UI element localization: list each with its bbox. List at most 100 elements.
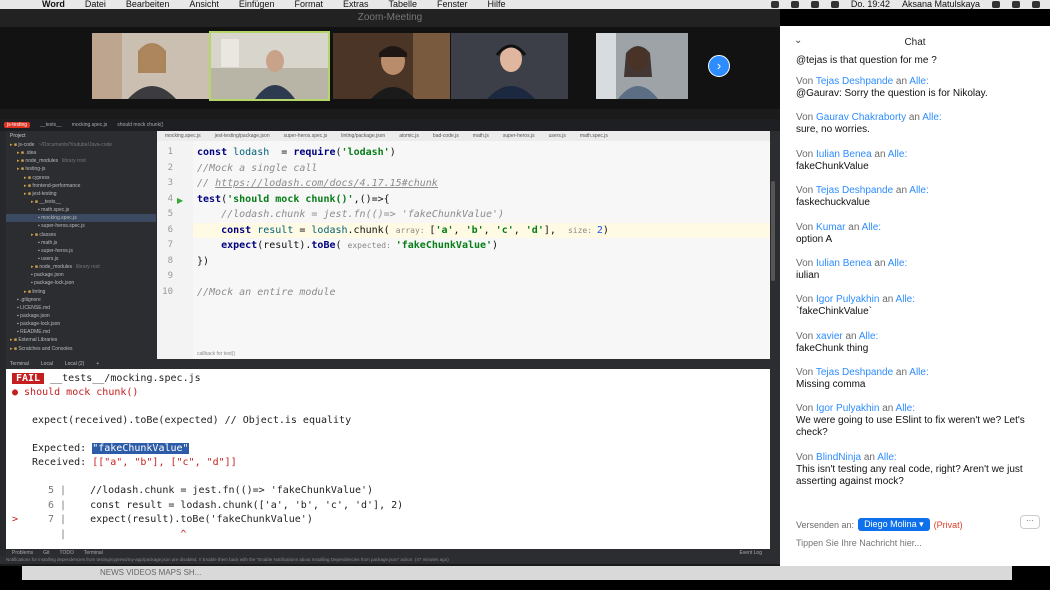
chat-message-text: @tejas is that question for me ? — [796, 55, 937, 66]
code-editor[interactable]: mocking.spec.js jest-testing/package.jso… — [157, 131, 770, 359]
editor-tab[interactable]: mocking.spec.js — [165, 133, 201, 139]
chat-input[interactable] — [796, 538, 1026, 548]
zoom-status-icon[interactable] — [770, 1, 779, 8]
code-token: 'lodash' — [341, 147, 390, 158]
tree-item[interactable]: ▪ super-heros.spec.js — [6, 222, 156, 230]
terminal-output[interactable]: FAIL __tests__/mocking.spec.js ● should … — [6, 369, 770, 549]
menu-item[interactable]: Einfügen — [239, 0, 275, 9]
video-tile-active-speaker[interactable] — [209, 31, 330, 101]
video-tile[interactable] — [92, 33, 209, 99]
tree-item[interactable]: ▸ ■ cypress — [6, 174, 156, 182]
sender-name[interactable]: BlindNinja — [816, 452, 861, 463]
sender-name[interactable]: xavier — [816, 331, 843, 342]
chat-message: Von BlindNinja an Alle: This isn't testin… — [796, 452, 1041, 488]
control-center-icon[interactable] — [1032, 1, 1040, 8]
code-token: ,()=>{ — [353, 193, 390, 205]
tree-item[interactable]: ▪ LICENSE.md — [6, 304, 156, 312]
menu-item[interactable]: Datei — [85, 0, 106, 9]
code-token: ) — [389, 147, 396, 158]
menu-app-name[interactable]: Word — [42, 0, 65, 9]
menubar-user[interactable]: Aksana Matulskaya — [902, 0, 980, 9]
menu-item[interactable]: Hilfe — [488, 0, 506, 9]
expected-value: "fakeChunkValue" — [92, 443, 189, 454]
sender-name[interactable]: Iulian Benea — [816, 149, 872, 160]
tree-item[interactable]: ▪ package.json — [6, 312, 156, 320]
chevron-right-icon[interactable]: › — [708, 55, 730, 77]
siri-icon[interactable] — [1012, 1, 1020, 8]
tree-item[interactable]: ▸ ■ Scratches and Consoles — [6, 345, 156, 353]
video-tile[interactable] — [596, 33, 688, 99]
tree-item[interactable]: ▪ users.js — [6, 255, 156, 263]
menu-item[interactable]: Bearbeiten — [126, 0, 170, 9]
terminal-tab-label[interactable]: Terminal — [10, 361, 29, 367]
editor-tab[interactable]: math.js — [473, 133, 489, 139]
wifi-icon[interactable] — [790, 1, 799, 8]
editor-tab[interactable]: atomic.js — [399, 133, 419, 139]
recipient-name: Alle: — [877, 452, 897, 463]
recipient-dropdown[interactable]: Diego Molina ▾ — [858, 518, 930, 531]
sender-name[interactable]: Gaurav Chakraborty — [816, 112, 906, 123]
video-tile[interactable] — [451, 33, 568, 99]
menu-item[interactable]: Extras — [343, 0, 369, 9]
menu-item[interactable]: Ansicht — [189, 0, 219, 9]
editor-scrollbar[interactable] — [770, 141, 776, 359]
tree-item[interactable]: ▸ ■ External Libraries — [6, 336, 156, 344]
tree-item[interactable]: ▸ ■ node_modules library root — [6, 263, 156, 271]
menu-item[interactable]: Fenster — [437, 0, 468, 9]
tree-item[interactable]: ▪ README.md — [6, 328, 156, 336]
tree-item[interactable]: ▪ .gitignore — [6, 296, 156, 304]
tree-item[interactable]: ▪ package.json — [6, 271, 156, 279]
tree-item[interactable]: ▪ mocking.spec.js — [6, 214, 156, 223]
editor-tab[interactable]: linting/package.json — [341, 133, 385, 139]
sender-name[interactable]: Kumar — [816, 222, 845, 233]
from-label: Von — [796, 112, 814, 123]
ide-navbar: js-testing __tests__ mocking.spec.js sho… — [0, 119, 780, 131]
add-terminal-button[interactable]: + — [96, 361, 99, 367]
run-config-select[interactable]: should mock chunk() — [117, 122, 163, 128]
breadcrumb[interactable]: mocking.spec.js — [72, 122, 108, 128]
to-label: an — [882, 403, 894, 414]
flag-icon[interactable] — [810, 1, 819, 8]
sender-name[interactable]: Iulian Benea — [816, 258, 872, 269]
run-test-icon[interactable]: ▶ — [177, 196, 183, 205]
tree-item[interactable]: ▸ ■ node_modules library root — [6, 157, 156, 165]
sender-name[interactable]: Igor Pulyakhin — [816, 294, 879, 305]
tree-item[interactable]: ▸ ■ .idea — [6, 149, 156, 157]
menu-item[interactable]: Tabelle — [388, 0, 417, 9]
menu-item[interactable]: Format — [294, 0, 323, 9]
project-panel: Project ▸ ■ js-code ~/Documents/Youtube/J… — [6, 131, 156, 359]
tree-item[interactable]: ▪ math.spec.js — [6, 206, 156, 214]
menubar-clock[interactable]: Do. 19:42 — [851, 0, 890, 9]
sender-name[interactable]: Tejas Deshpande — [816, 185, 893, 196]
breadcrumb[interactable]: __tests__ — [40, 122, 62, 128]
tree-item[interactable]: ▪ package-lock.json — [6, 320, 156, 328]
sender-name[interactable]: Igor Pulyakhin — [816, 403, 879, 414]
tree-item[interactable]: ▸ ■ classes — [6, 231, 156, 239]
editor-tab[interactable]: math.spec.js — [580, 133, 608, 139]
tree-item[interactable]: ▸ ■ jest-testing — [6, 190, 156, 198]
project-panel-header[interactable]: Project — [6, 131, 156, 141]
background-window-title[interactable]: NEWS VIDEOS MAPS SH... — [100, 567, 201, 579]
terminal-tab[interactable]: Local (2) — [65, 361, 84, 367]
editor-tab[interactable]: users.js — [549, 133, 566, 139]
search-icon[interactable] — [992, 1, 1000, 8]
sender-name[interactable]: Tejas Deshpande — [816, 367, 893, 378]
battery-icon[interactable] — [830, 1, 839, 8]
tree-item[interactable]: ▸ ■ testing-js — [6, 165, 156, 173]
tree-item[interactable]: ▪ package-lock.json — [6, 279, 156, 287]
video-tile[interactable] — [333, 33, 450, 99]
more-options-icon[interactable]: ··· — [1020, 515, 1040, 529]
code-line: //Mock an entire module — [197, 287, 335, 298]
editor-tab[interactable]: super-heros.spec.js — [284, 133, 328, 139]
tree-item[interactable]: ▪ super-heros.js — [6, 247, 156, 255]
tree-item[interactable]: ▸ ■ frontend-performance — [6, 182, 156, 190]
editor-tab[interactable]: bad-code.js — [433, 133, 459, 139]
tree-item[interactable]: ▸ ■ js-code ~/Documents/Youtube/Java-code — [6, 141, 156, 149]
tree-item[interactable]: ▪ math.js — [6, 239, 156, 247]
terminal-tab[interactable]: Local — [41, 361, 53, 367]
editor-tab[interactable]: jest-testing/package.json — [215, 133, 270, 139]
tree-item[interactable]: ▸ ■ __tests__ — [6, 198, 156, 206]
tree-item[interactable]: ▸ ■ linting — [6, 288, 156, 296]
editor-tab[interactable]: super-heros.js — [503, 133, 535, 139]
sender-name[interactable]: Tejas Deshpande — [816, 76, 893, 87]
